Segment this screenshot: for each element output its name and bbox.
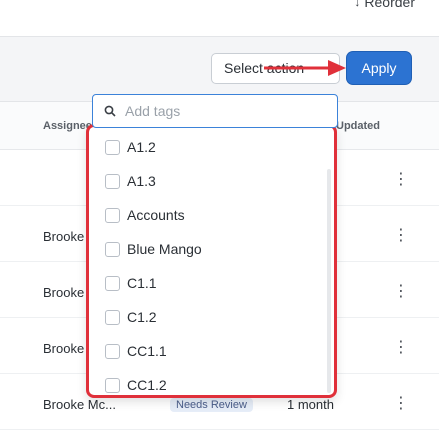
- scrollbar[interactable]: [327, 169, 331, 393]
- apply-button[interactable]: Apply: [347, 52, 411, 84]
- tag-checkbox[interactable]: [105, 377, 120, 393]
- tag-search-box[interactable]: [92, 94, 338, 128]
- tag-option[interactable]: Accounts: [89, 198, 324, 232]
- tag-checkbox[interactable]: [105, 173, 120, 189]
- row-assignee: Brooke: [43, 229, 85, 244]
- tag-option[interactable]: A1.2: [89, 130, 324, 164]
- tag-checkbox[interactable]: [105, 309, 120, 325]
- tag-option-label: A1.2: [127, 139, 156, 155]
- tag-checkbox[interactable]: [105, 139, 120, 155]
- tag-checkbox[interactable]: [105, 207, 120, 223]
- tag-option[interactable]: CC1.1: [89, 334, 324, 368]
- more-options-icon[interactable]: ⋮: [393, 395, 409, 413]
- top-bar: ↓ Reorder: [0, 0, 439, 36]
- row-updated-time: 1 month: [287, 397, 334, 412]
- tag-option[interactable]: C1.1: [89, 266, 324, 300]
- tag-option[interactable]: C1.2: [89, 300, 324, 334]
- search-icon: [104, 105, 116, 117]
- tag-checkbox[interactable]: [105, 343, 120, 359]
- tag-option-label: CC1.1: [127, 343, 167, 359]
- row-assignee: Brooke Mc...: [43, 397, 116, 412]
- tag-option[interactable]: CC1.2: [89, 368, 324, 395]
- tag-option[interactable]: Blue Mango: [89, 232, 324, 266]
- more-options-icon[interactable]: ⋮: [393, 283, 409, 301]
- status-badge: Needs Review: [170, 398, 253, 412]
- reorder-label: Reorder: [364, 0, 415, 10]
- tag-option[interactable]: A1.3: [89, 164, 324, 198]
- tag-options-list[interactable]: A1.2 A1.3 Accounts Blue Mango C1.1 C1.2 …: [86, 124, 337, 398]
- row-assignee: Brooke: [43, 285, 85, 300]
- tag-checkbox[interactable]: [105, 275, 120, 291]
- more-options-icon[interactable]: ⋮: [393, 171, 409, 189]
- more-options-icon[interactable]: ⋮: [393, 227, 409, 245]
- reorder-button[interactable]: ↓ Reorder: [354, 0, 415, 10]
- tag-option-label: C1.2: [127, 309, 157, 325]
- arrow-down-icon: ↓: [354, 0, 361, 9]
- row-assignee: Brooke: [43, 341, 85, 356]
- column-header-updated[interactable]: Updated: [336, 120, 380, 132]
- more-options-icon[interactable]: ⋮: [393, 339, 409, 357]
- annotation-arrow-icon: [264, 60, 346, 76]
- tag-checkbox[interactable]: [105, 241, 120, 257]
- tag-option-label: A1.3: [127, 173, 156, 189]
- tag-option-label: C1.1: [127, 275, 157, 291]
- column-header-assignee[interactable]: Assignee: [43, 120, 92, 132]
- tag-option-label: Blue Mango: [127, 241, 202, 257]
- tag-option-label: CC1.2: [127, 377, 167, 393]
- tag-option-label: Accounts: [127, 207, 185, 223]
- tag-search-input[interactable]: [125, 101, 325, 121]
